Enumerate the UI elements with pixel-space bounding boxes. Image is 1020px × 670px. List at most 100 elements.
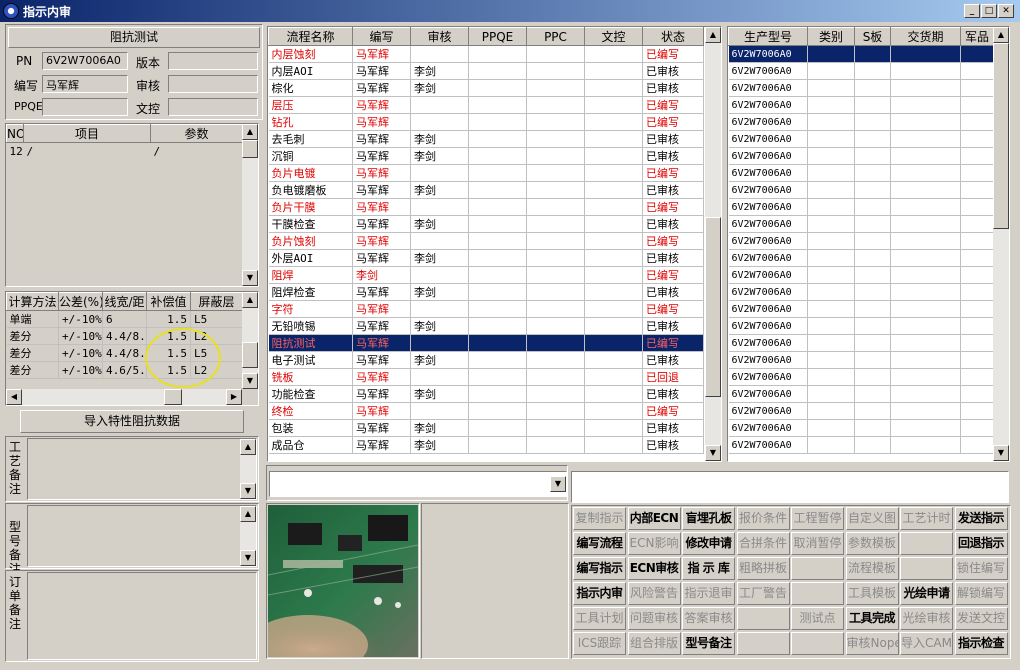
params-header-no[interactable]: NO xyxy=(6,124,24,143)
table-row[interactable]: 沉铜 马军辉 李剑 已审核 xyxy=(268,147,704,165)
version-field[interactable] xyxy=(168,52,258,70)
function-button-4-5[interactable]: 工具完成 xyxy=(845,607,899,630)
table-row[interactable]: 6V2W7006A0 xyxy=(728,402,994,420)
function-button-5-6[interactable]: 导入CAM xyxy=(900,632,953,655)
table-row[interactable]: 钻孔 马军辉 已编写 xyxy=(268,113,704,131)
table-row[interactable]: 功能检查 马军辉 李剑 已审核 xyxy=(268,385,704,403)
col-header-military[interactable]: 军品 xyxy=(960,27,994,46)
function-button-4-1[interactable]: 问题审核 xyxy=(627,607,681,630)
function-button-3-2[interactable]: 指示退审 xyxy=(682,582,735,605)
function-button-1-0[interactable]: 编写流程 xyxy=(573,532,626,555)
function-button-3-6[interactable]: 光绘申请 xyxy=(900,582,953,605)
col-header-status[interactable]: 状态 xyxy=(642,27,704,46)
scroll-down-icon[interactable]: ▼ xyxy=(993,445,1009,461)
table-row[interactable]: 棕化 马军辉 李剑 已审核 xyxy=(268,79,704,97)
table-row[interactable]: 内层蚀刻 马军辉 已编写 xyxy=(268,45,704,63)
pn-field[interactable]: 6V2W7006A0 xyxy=(42,52,128,70)
ppqe-field[interactable] xyxy=(42,98,128,116)
calc-hscrollbar[interactable]: ◀ ▶ xyxy=(6,389,242,405)
calc-header-comp[interactable]: 补偿值 xyxy=(146,292,191,311)
table-row[interactable]: 阻抗测试 马军辉 已编写 xyxy=(268,334,704,352)
table-row[interactable]: 干膜检查 马军辉 李剑 已审核 xyxy=(268,215,704,233)
table-row[interactable]: 内层AOI 马军辉 李剑 已审核 xyxy=(268,62,704,80)
function-button-2-5[interactable]: 流程模板 xyxy=(845,557,899,580)
function-button-0-3[interactable]: 报价条件 xyxy=(736,507,790,530)
scroll-down-icon[interactable]: ▼ xyxy=(240,483,256,499)
function-button-0-7[interactable]: 发送指示 xyxy=(954,507,1008,530)
table-row[interactable]: 6V2W7006A0 xyxy=(728,215,994,233)
table-row[interactable]: 6V2W7006A0 xyxy=(728,96,994,114)
table-row[interactable]: 6V2W7006A0 xyxy=(728,249,994,267)
col-header-category[interactable]: 类别 xyxy=(807,27,855,46)
scroll-thumb[interactable] xyxy=(164,389,182,405)
function-button-5-0[interactable]: ICS跟踪 xyxy=(573,632,626,655)
table-row[interactable]: 6V2W7006A0 xyxy=(728,113,994,131)
order-note-field[interactable] xyxy=(27,572,257,660)
function-button-2-1[interactable]: ECN审核 xyxy=(627,557,681,580)
col-header-process[interactable]: 流程名称 xyxy=(268,27,353,46)
scroll-left-icon[interactable]: ◀ xyxy=(6,389,22,405)
process-table[interactable]: 流程名称 编写 审核 PPQE PPC 文控 状态 内层蚀刻 马军辉 已编写 内层AO… xyxy=(267,26,722,462)
table-row[interactable]: 成品仓 马军辉 李剑 已审核 xyxy=(268,436,704,454)
table-row[interactable]: 负片蚀刻 马军辉 已编写 xyxy=(268,232,704,250)
table-row[interactable]: 终检 马军辉 已编写 xyxy=(268,402,704,420)
scroll-up-icon[interactable]: ▲ xyxy=(993,27,1009,43)
col-header-ppqe[interactable]: PPQE xyxy=(468,27,527,46)
function-button-3-3[interactable]: 工厂警告 xyxy=(736,582,790,605)
info-text-field[interactable] xyxy=(571,471,1009,503)
table-row[interactable]: 6V2W7006A0 xyxy=(728,283,994,301)
table-row[interactable]: 6V2W7006A0 xyxy=(728,130,994,148)
process-note-field[interactable]: ▲ ▼ xyxy=(27,438,257,500)
function-button-0-2[interactable]: 盲埋孔板 xyxy=(682,507,735,530)
table-row[interactable]: 6V2W7006A0 xyxy=(728,317,994,335)
function-button-2-7[interactable]: 锁住编写 xyxy=(954,557,1008,580)
table-row[interactable]: 12 / / xyxy=(7,143,243,160)
calc-header-tolerance[interactable]: 公差(%) xyxy=(58,292,103,311)
function-button-4-2[interactable]: 答案审核 xyxy=(682,607,735,630)
table-row[interactable]: 6V2W7006A0 xyxy=(728,368,994,386)
table-row[interactable]: 6V2W7006A0 xyxy=(728,419,994,437)
function-button-5-1[interactable]: 组合排版 xyxy=(627,632,681,655)
function-button-0-5[interactable]: 自定义图 xyxy=(845,507,899,530)
col-header-ppc[interactable]: PPC xyxy=(526,27,585,46)
table-row[interactable]: 无铅喷锡 马军辉 李剑 已审核 xyxy=(268,317,704,335)
scroll-up-icon[interactable]: ▲ xyxy=(240,439,256,455)
table-row[interactable]: 6V2W7006A0 xyxy=(728,164,994,182)
calc-header-width[interactable]: 线宽/距 xyxy=(102,292,147,311)
col-header-writer[interactable]: 编写 xyxy=(352,27,411,46)
table-row[interactable]: 去毛刺 马军辉 李剑 已审核 xyxy=(268,130,704,148)
table-row[interactable]: 阻焊 李剑 已编写 xyxy=(268,266,704,284)
table-row[interactable]: 6V2W7006A0 xyxy=(728,300,994,318)
maximize-button[interactable]: □ xyxy=(981,4,997,18)
table-row[interactable]: 负电镀磨板 马军辉 李剑 已审核 xyxy=(268,181,704,199)
function-button-0-4[interactable]: 工程暂停 xyxy=(791,507,844,530)
scroll-down-icon[interactable]: ▼ xyxy=(242,373,258,389)
table-row[interactable]: 6V2W7006A0 xyxy=(728,79,994,97)
function-button-3-1[interactable]: 风险警告 xyxy=(627,582,681,605)
function-button-5-7[interactable]: 指示检查 xyxy=(954,632,1008,655)
minimize-button[interactable]: _ xyxy=(964,4,980,18)
table-row[interactable]: 字符 马军辉 已编写 xyxy=(268,300,704,318)
scroll-down-icon[interactable]: ▼ xyxy=(705,445,721,461)
table-row[interactable]: 6V2W7006A0 xyxy=(728,232,994,250)
scroll-thumb[interactable] xyxy=(242,342,258,368)
control-field[interactable] xyxy=(168,98,258,116)
function-button-0-1[interactable]: 内部ECN xyxy=(627,507,681,530)
writer-field[interactable]: 马军辉 xyxy=(42,75,128,93)
col-header-control[interactable]: 文控 xyxy=(584,27,643,46)
scroll-down-icon[interactable]: ▼ xyxy=(242,270,258,286)
scroll-thumb[interactable] xyxy=(242,140,258,158)
table-row[interactable]: 6V2W7006A0 xyxy=(728,351,994,369)
review-field[interactable] xyxy=(168,75,258,93)
function-button-2-2[interactable]: 指 示 库 xyxy=(682,557,735,580)
scroll-thumb[interactable] xyxy=(993,43,1009,229)
table-row[interactable]: 阻焊检查 马军辉 李剑 已审核 xyxy=(268,283,704,301)
function-button-1-2[interactable]: 修改申请 xyxy=(682,532,735,555)
calc-header-method[interactable]: 计算方法 xyxy=(6,292,59,311)
scroll-thumb[interactable] xyxy=(705,217,721,397)
function-button-1-7[interactable]: 回退指示 xyxy=(954,532,1008,555)
table-row[interactable]: 负片干膜 马军辉 已编写 xyxy=(268,198,704,216)
table-row[interactable]: 6V2W7006A0 xyxy=(728,45,994,63)
table-row[interactable]: 6V2W7006A0 xyxy=(728,385,994,403)
table-row[interactable]: 单端 +/-10% 6 1.5 L5 xyxy=(6,310,243,328)
